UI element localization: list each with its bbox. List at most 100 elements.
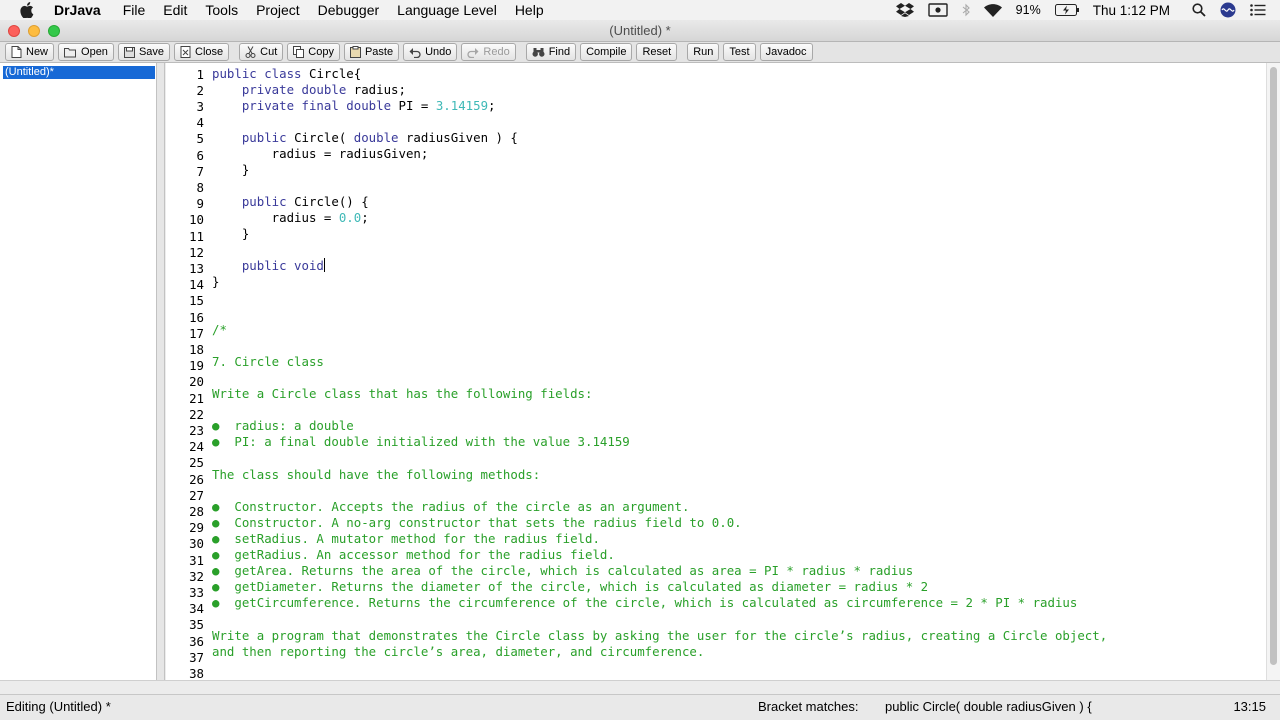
line-number: 14 <box>166 277 1266 293</box>
line-number-text: 5 <box>196 131 204 147</box>
notification-list-icon[interactable] <box>1250 4 1266 16</box>
line-number-text: 34 <box>189 601 204 617</box>
line-number: 19 <box>166 358 1266 374</box>
new-file-icon <box>11 46 22 58</box>
paste-label: Paste <box>364 46 394 58</box>
line-number: 17 <box>166 326 1266 342</box>
battery-percent: 91% <box>1015 3 1041 17</box>
panel-resize-bar[interactable] <box>0 680 1280 694</box>
line-number-text: 26 <box>189 471 204 487</box>
line-number: 10 <box>166 212 1266 228</box>
line-number: 9 <box>166 196 1266 212</box>
paste-button[interactable]: Paste <box>343 43 400 61</box>
battery-icon[interactable] <box>1054 4 1079 16</box>
save-label: Save <box>138 46 165 58</box>
menu-project[interactable]: Project <box>256 2 300 18</box>
document-list-item[interactable]: (Untitled)* <box>3 66 155 79</box>
reset-button[interactable]: Reset <box>636 43 678 61</box>
line-number: 4 <box>166 115 1266 131</box>
spotlight-icon[interactable] <box>1192 3 1206 17</box>
panel-divider[interactable] <box>157 63 165 680</box>
menubar-clock[interactable]: Thu 1:12 PM <box>1093 3 1170 18</box>
menu-debugger[interactable]: Debugger <box>318 2 380 18</box>
compile-button[interactable]: Compile <box>580 43 633 61</box>
bluetooth-icon[interactable] <box>962 3 970 17</box>
line-number-text: 11 <box>189 228 204 244</box>
menu-app-name[interactable]: DrJava <box>54 2 101 18</box>
line-number-text: 37 <box>189 649 204 665</box>
line-number: 31 <box>166 553 1266 569</box>
find-label: Find <box>548 46 571 58</box>
line-number: 2 <box>166 83 1266 99</box>
menu-language-level[interactable]: Language Level <box>397 2 497 18</box>
line-number-text: 25 <box>189 455 204 471</box>
line-number: 20 <box>166 374 1266 390</box>
line-number-text: 16 <box>189 309 204 325</box>
new-button[interactable]: New <box>5 43 55 61</box>
line-number-text: 27 <box>189 487 204 503</box>
line-number: 12 <box>166 245 1266 261</box>
line-number: 29 <box>166 520 1266 536</box>
line-number-text: 4 <box>196 115 204 131</box>
open-folder-icon <box>64 47 77 58</box>
line-number: 26 <box>166 472 1266 488</box>
line-number: 36 <box>166 634 1266 650</box>
siri-icon[interactable] <box>1220 2 1236 18</box>
vertical-scrollbar[interactable] <box>1266 63 1280 680</box>
new-label: New <box>26 46 49 58</box>
line-number: 34 <box>166 601 1266 617</box>
close-button[interactable]: Close <box>174 43 230 61</box>
line-number-text: 15 <box>189 293 204 309</box>
save-button[interactable]: Save <box>117 43 171 61</box>
bracket-match-label: Bracket matches: <box>758 699 859 714</box>
toolbar: New Open Save Close Cut Copy Paste Undo … <box>0 42 1280 63</box>
line-number-text: 17 <box>189 325 204 341</box>
line-number-text: 31 <box>189 552 204 568</box>
cut-button[interactable]: Cut <box>239 43 284 61</box>
menu-tools[interactable]: Tools <box>205 2 238 18</box>
dropbox-icon[interactable] <box>895 3 914 17</box>
line-number: 21 <box>166 391 1266 407</box>
menu-help[interactable]: Help <box>515 2 544 18</box>
line-number: 18 <box>166 342 1266 358</box>
line-number-text: 32 <box>189 568 204 584</box>
javadoc-button[interactable]: Javadoc <box>759 43 813 61</box>
line-number-text: 38 <box>189 665 204 680</box>
redo-icon <box>467 47 479 58</box>
screen-mirror-icon[interactable] <box>927 3 948 17</box>
run-button[interactable]: Run <box>687 43 720 61</box>
line-number-text: 35 <box>189 617 204 633</box>
line-number: 33 <box>166 585 1266 601</box>
undo-label: Undo <box>425 46 452 58</box>
test-button[interactable]: Test <box>723 43 756 61</box>
copy-icon <box>293 46 305 58</box>
wifi-icon[interactable] <box>983 3 1002 17</box>
paste-icon <box>349 46 361 58</box>
code-editor[interactable]: public class Circle{ private double radi… <box>166 63 1266 680</box>
line-number-text: 30 <box>189 536 204 552</box>
line-number-text: 8 <box>196 179 204 195</box>
scrollbar-thumb[interactable] <box>1270 67 1277 665</box>
copy-button[interactable]: Copy <box>287 43 340 61</box>
menu-edit[interactable]: Edit <box>163 2 187 18</box>
find-button[interactable]: Find <box>525 43 577 61</box>
line-number-text: 2 <box>196 82 204 98</box>
open-button[interactable]: Open <box>58 43 114 61</box>
undo-button[interactable]: Undo <box>403 43 458 61</box>
line-number-text: 23 <box>189 422 204 438</box>
line-number: 23 <box>166 423 1266 439</box>
editing-status: Editing (Untitled) * <box>6 699 111 714</box>
redo-label: Redo <box>483 46 510 58</box>
line-number-text: 29 <box>189 520 204 536</box>
line-number: 1 <box>166 67 1266 83</box>
window-title-bar: (Untitled) * <box>0 20 1280 42</box>
line-number: 15 <box>166 293 1266 309</box>
menu-file[interactable]: File <box>123 2 146 18</box>
line-number: 25 <box>166 455 1266 471</box>
line-number: 28 <box>166 504 1266 520</box>
document-list-panel: (Untitled)* <box>0 63 157 680</box>
redo-button[interactable]: Redo <box>461 43 516 61</box>
apple-icon[interactable] <box>20 2 36 18</box>
line-number: 38 <box>166 666 1266 680</box>
line-number-text: 22 <box>189 406 204 422</box>
